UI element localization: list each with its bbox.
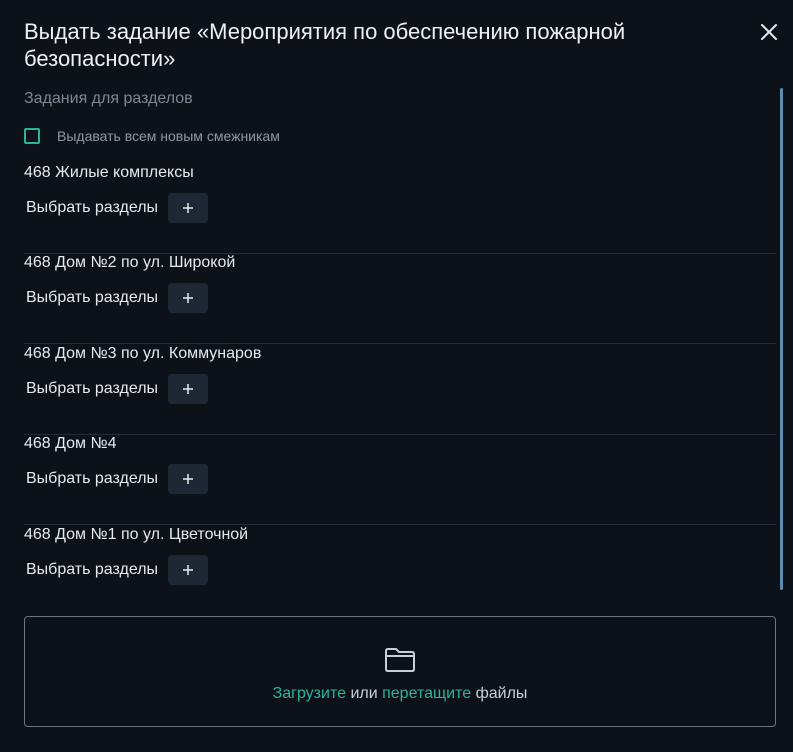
upload-or-text: или: [346, 685, 383, 702]
project-name: 468 Жилые комплексы: [24, 164, 194, 181]
project-item: 468 Жилые комплексы Выбрать разделы: [24, 164, 776, 254]
select-sections-row: Выбрать разделы: [26, 193, 209, 223]
project-item: 468 Дом №1 по ул. Цветочной Выбрать разд…: [24, 526, 776, 590]
section-caption: Задания для разделов: [24, 90, 193, 107]
select-sections-row: Выбрать разделы: [26, 283, 209, 313]
select-sections-label: Выбрать разделы: [26, 199, 159, 216]
scrollbar[interactable]: [780, 88, 784, 590]
select-sections-label: Выбрать разделы: [26, 289, 159, 306]
projects-list: Выдавать всем новым смежникам 468 Жилые …: [24, 118, 776, 590]
file-dropzone[interactable]: Загрузите или перетащите файлы: [24, 616, 776, 727]
new-contractors-checkbox-label: Выдавать всем новым смежникам: [57, 128, 280, 144]
plus-icon: [183, 565, 194, 575]
select-sections-label: Выбрать разделы: [26, 561, 159, 578]
plus-icon: [183, 474, 194, 484]
select-sections-label: Выбрать разделы: [26, 470, 159, 487]
select-sections-row: Выбрать разделы: [26, 374, 209, 404]
select-sections-row: Выбрать разделы: [26, 555, 209, 585]
upload-link[interactable]: Загрузите: [273, 685, 346, 702]
project-name: 468 Дом №3 по ул. Коммунаров: [24, 345, 262, 362]
new-contractors-checkbox[interactable]: [24, 128, 40, 144]
project-item: 468 Дом №4 Выбрать разделы: [24, 435, 776, 525]
add-sections-button[interactable]: [168, 283, 209, 313]
close-button[interactable]: [757, 20, 781, 44]
project-name: 468 Дом №1 по ул. Цветочной: [24, 526, 249, 543]
project-item: 468 Дом №2 по ул. Широкой Выбрать раздел…: [24, 254, 776, 344]
plus-icon: [183, 293, 194, 303]
close-icon: [761, 24, 777, 40]
plus-icon: [183, 384, 194, 394]
project-name: 468 Дом №4: [24, 435, 117, 452]
add-sections-button[interactable]: [168, 193, 209, 223]
add-sections-button[interactable]: [168, 374, 209, 404]
new-contractors-checkbox-row[interactable]: Выдавать всем новым смежникам: [24, 126, 280, 146]
add-sections-button[interactable]: [168, 555, 209, 585]
select-sections-row: Выбрать разделы: [26, 464, 209, 494]
drag-drop-link[interactable]: перетащите: [382, 685, 471, 702]
plus-icon: [183, 203, 194, 213]
folder-icon: [385, 648, 415, 672]
modal-title: Выдать задание «Мероприятия по обеспечен…: [24, 19, 626, 71]
scrollbar-thumb[interactable]: [780, 88, 783, 590]
upload-instructions: Загрузите или перетащите файлы: [25, 685, 775, 703]
select-sections-label: Выбрать разделы: [26, 380, 159, 397]
project-name: 468 Дом №2 по ул. Широкой: [24, 254, 236, 271]
add-sections-button[interactable]: [168, 464, 209, 494]
upload-files-text: файлы: [471, 685, 528, 702]
issue-task-modal: Выдать задание «Мероприятия по обеспечен…: [0, 0, 793, 752]
project-item: 468 Дом №3 по ул. Коммунаров Выбрать раз…: [24, 345, 776, 435]
